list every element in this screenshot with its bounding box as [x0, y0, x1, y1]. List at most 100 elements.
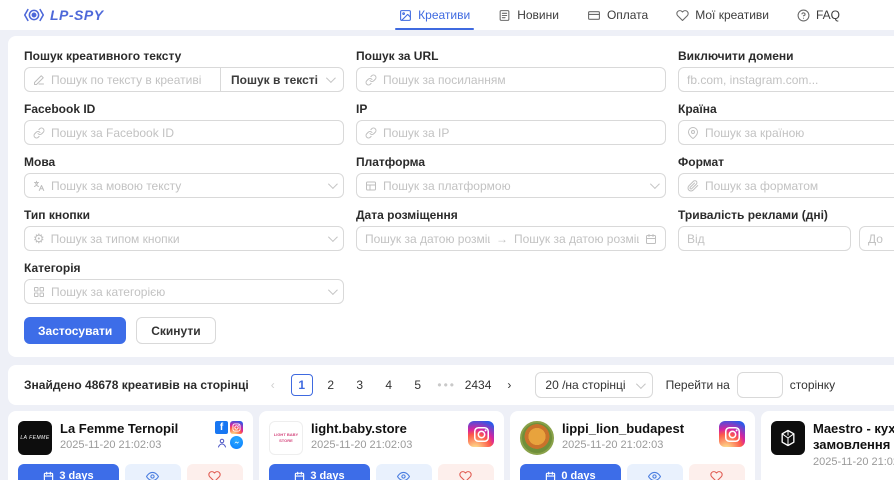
- avatar: [520, 421, 554, 455]
- days-button[interactable]: 3 days: [269, 464, 370, 480]
- format-input[interactable]: [705, 179, 894, 193]
- prev-page-button[interactable]: ‹: [262, 374, 284, 396]
- format-select[interactable]: [678, 173, 894, 198]
- creative-text-label: Пошук креативного тексту: [24, 49, 344, 63]
- avatar: [771, 421, 805, 455]
- audience-network-icon[interactable]: [215, 436, 228, 449]
- date-from-input[interactable]: [365, 232, 490, 246]
- tab-news[interactable]: Новини: [498, 0, 559, 30]
- pencil-icon: [33, 74, 45, 86]
- country-input[interactable]: [705, 126, 894, 140]
- exclude-domains-control: [678, 67, 894, 92]
- tab-payment[interactable]: Оплата: [587, 0, 648, 30]
- heart-icon: [676, 9, 689, 22]
- goto-page-input[interactable]: [737, 372, 783, 398]
- logo-eye-icon: [24, 7, 44, 23]
- avatar: LIGHT BABY STORE: [269, 421, 303, 455]
- platform-input[interactable]: [383, 179, 644, 193]
- avatar-text: LA FEMME: [20, 435, 49, 442]
- like-button[interactable]: [689, 464, 745, 480]
- category-input[interactable]: [51, 285, 322, 299]
- ip-input[interactable]: [383, 126, 657, 140]
- view-button[interactable]: [627, 464, 683, 480]
- days-button[interactable]: 0 days: [520, 464, 621, 480]
- button-type-input[interactable]: [51, 232, 322, 246]
- ip-label: IP: [356, 102, 666, 116]
- chevron-down-icon: [326, 73, 336, 83]
- next-page-button[interactable]: ›: [498, 374, 520, 396]
- field-placement-date: Дата розміщення →: [356, 208, 666, 251]
- creative-card[interactable]: LA FEMME La Femme Ternopil 2025-11-20 21…: [8, 411, 253, 480]
- like-button[interactable]: [187, 464, 243, 480]
- date-to-input[interactable]: [514, 232, 639, 246]
- view-button[interactable]: [376, 464, 432, 480]
- creative-card[interactable]: lippi_lion_budapest 2025-11-20 21:02:03 …: [510, 411, 755, 480]
- credit-card-icon: [587, 9, 601, 22]
- category-label: Категорія: [24, 261, 344, 275]
- calendar-icon: [294, 471, 305, 480]
- page-button-5[interactable]: 5: [407, 374, 429, 396]
- reset-button[interactable]: Скинути: [136, 317, 215, 344]
- creative-card[interactable]: Maestro - кухні, меблі на замовлення в У…: [761, 411, 894, 480]
- results-row: LA FEMME La Femme Ternopil 2025-11-20 21…: [8, 411, 894, 480]
- facebook-id-control: [24, 120, 344, 145]
- category-select[interactable]: [24, 279, 344, 304]
- pages-ellipsis[interactable]: •••: [436, 374, 458, 396]
- logo[interactable]: LP-SPY: [24, 7, 104, 23]
- question-circle-icon: [797, 9, 810, 22]
- ip-control: [356, 120, 666, 145]
- page-button-last[interactable]: 2434: [465, 374, 492, 396]
- view-button[interactable]: [125, 464, 181, 480]
- duration-from-input[interactable]: [687, 232, 842, 246]
- page-button-4[interactable]: 4: [378, 374, 400, 396]
- days-button[interactable]: 3 days: [18, 464, 119, 480]
- tab-creatives[interactable]: Креативи: [399, 0, 470, 30]
- like-button[interactable]: [438, 464, 494, 480]
- link-icon: [33, 127, 45, 139]
- instagram-icon[interactable]: [719, 421, 745, 447]
- tab-faq[interactable]: FAQ: [797, 0, 840, 30]
- page-button-2[interactable]: 2: [320, 374, 342, 396]
- creative-text-input[interactable]: [51, 73, 206, 87]
- url-control: [356, 67, 666, 92]
- messenger-icon[interactable]: [230, 436, 243, 449]
- creative-card[interactable]: LIGHT BABY STORE light.baby.store 2025-1…: [259, 411, 504, 480]
- url-input[interactable]: [383, 73, 657, 87]
- apply-button[interactable]: Застосувати: [24, 317, 126, 344]
- format-label: Формат: [678, 155, 894, 169]
- page-button-1[interactable]: 1: [291, 374, 313, 396]
- days-label: 0 days: [561, 470, 595, 480]
- card-title[interactable]: Maestro - кухні, меблі на замовлення в У…: [813, 421, 894, 454]
- exclude-domains-input[interactable]: [687, 73, 894, 87]
- eye-icon: [648, 470, 661, 480]
- card-title[interactable]: La Femme Ternopil: [60, 421, 207, 437]
- calendar-icon: [645, 233, 657, 245]
- language-select[interactable]: [24, 173, 344, 198]
- avatar: LA FEMME: [18, 421, 52, 455]
- facebook-icon[interactable]: f: [215, 421, 228, 434]
- placement-date-label: Дата розміщення: [356, 208, 666, 222]
- tab-label: Креативи: [418, 8, 470, 22]
- logo-text: LP-SPY: [50, 7, 104, 23]
- language-input[interactable]: [51, 179, 322, 193]
- card-date: 2025-11-20 21:02:03: [60, 439, 207, 451]
- card-title[interactable]: lippi_lion_budapest: [562, 421, 711, 437]
- app-header: LP-SPY Креативи Новини Оплата: [0, 0, 894, 30]
- button-type-select[interactable]: ⚙: [24, 226, 344, 251]
- card-title[interactable]: light.baby.store: [311, 421, 460, 437]
- instagram-icon[interactable]: [230, 421, 243, 434]
- page-size-select[interactable]: 20 /на сторінці: [535, 372, 652, 398]
- tab-my-creatives[interactable]: Мої креативи: [676, 0, 769, 30]
- page-button-3[interactable]: 3: [349, 374, 371, 396]
- text-search-mode-select[interactable]: Пошук в тексті: [220, 68, 343, 91]
- card-date: 2025-11-20 21:02:03: [562, 439, 711, 451]
- language-label: Мова: [24, 155, 344, 169]
- facebook-id-input[interactable]: [51, 126, 335, 140]
- platform-select[interactable]: [356, 173, 666, 198]
- duration-label: Тривалість реклами (дні): [678, 208, 894, 222]
- date-range-control[interactable]: →: [356, 226, 666, 251]
- instagram-icon[interactable]: [468, 421, 494, 447]
- network-icons: f: [215, 421, 243, 455]
- platform-grid-icon: [365, 180, 377, 192]
- duration-to-input[interactable]: [868, 232, 894, 246]
